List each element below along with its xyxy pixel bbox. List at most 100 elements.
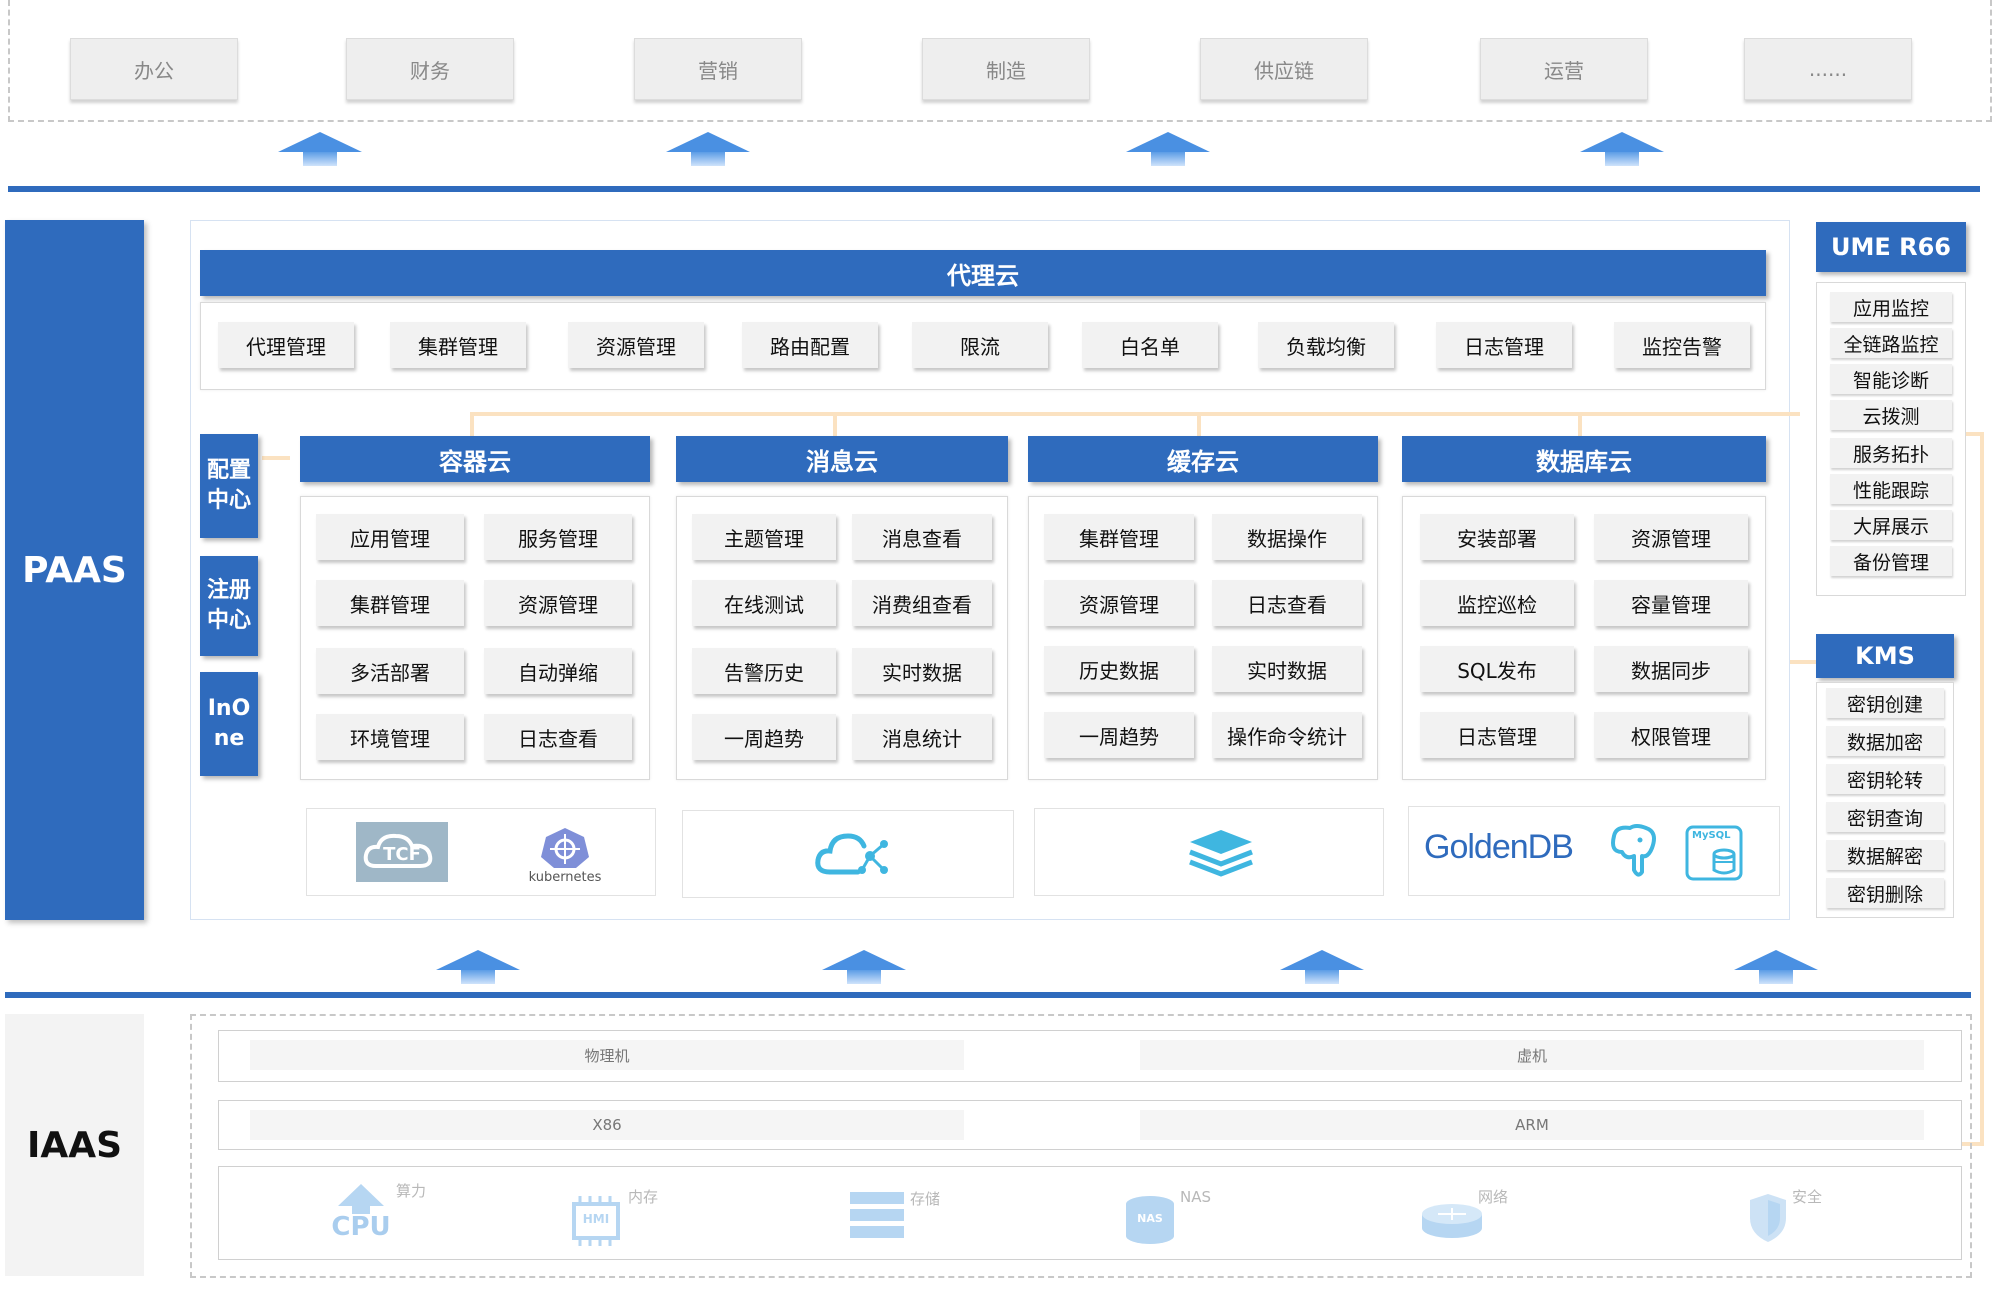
biz-operations: 运营 — [1480, 38, 1648, 100]
kms-item: 数据加密 — [1826, 726, 1944, 756]
proxy-item: 限流 — [912, 322, 1048, 368]
database-item: 权限管理 — [1594, 712, 1748, 758]
resource-label: 安全 — [1792, 1188, 1823, 1206]
config-center-button[interactable]: 配置 中心 — [200, 434, 258, 538]
memory-icon: HMI — [566, 1196, 626, 1246]
connector-line — [262, 456, 290, 460]
resource-label: 存储 — [910, 1190, 941, 1208]
database-item: 容量管理 — [1594, 580, 1748, 626]
kms-item: 密钥创建 — [1826, 688, 1944, 718]
arm-arch: ARM — [1140, 1110, 1924, 1140]
proxy-item: 监控告警 — [1614, 322, 1750, 368]
memory-icon-text: HMI — [582, 1212, 610, 1226]
cache-cloud-title: 缓存云 — [1028, 436, 1378, 482]
physical-machine: 物理机 — [250, 1040, 964, 1070]
kubernetes-logo: kubernetes — [510, 826, 620, 888]
container-item: 资源管理 — [484, 580, 632, 626]
message-cloud-title: 消息云 — [676, 436, 1008, 482]
resource-label: 内存 — [628, 1188, 659, 1206]
database-cloud-title: 数据库云 — [1402, 436, 1766, 482]
message-item: 一周趋势 — [692, 714, 836, 760]
database-item: 安装部署 — [1420, 514, 1574, 560]
cpu-icon: CPU — [326, 1182, 396, 1242]
kms-item: 密钥删除 — [1826, 878, 1944, 908]
cpu-icon-text: CPU — [331, 1212, 391, 1242]
proxy-item: 日志管理 — [1436, 322, 1572, 368]
up-arrow — [436, 950, 520, 984]
proxy-item: 白名单 — [1082, 322, 1218, 368]
iaas-row-resources — [218, 1166, 1962, 1260]
container-item: 应用管理 — [316, 514, 464, 560]
biz-more: ...... — [1744, 38, 1912, 100]
ume-item: 应用监控 — [1830, 292, 1952, 322]
proxy-item: 代理管理 — [218, 322, 354, 368]
ume-item: 服务拓扑 — [1830, 438, 1952, 468]
up-arrow — [1126, 132, 1210, 166]
message-cloud-icon — [812, 826, 892, 882]
cache-item: 数据操作 — [1212, 514, 1362, 560]
message-item: 在线测试 — [692, 580, 836, 626]
postgresql-icon — [1602, 822, 1662, 882]
up-arrow — [1734, 950, 1818, 984]
shield-icon — [1746, 1192, 1790, 1244]
ume-item: 备份管理 — [1830, 546, 1952, 576]
database-item: SQL发布 — [1420, 646, 1574, 692]
up-arrow — [1580, 132, 1664, 166]
ume-item: 大屏展示 — [1830, 510, 1952, 540]
biz-manufacturing: 制造 — [922, 38, 1090, 100]
ume-title: UME R66 — [1816, 222, 1966, 272]
database-item: 监控巡检 — [1420, 580, 1574, 626]
router-icon — [1418, 1200, 1486, 1240]
container-cloud-title: 容器云 — [300, 436, 650, 482]
nas-icon-text: NAS — [1137, 1212, 1163, 1225]
registry-center-button[interactable]: 注册 中心 — [200, 556, 258, 656]
biz-office: 办公 — [70, 38, 238, 100]
biz-finance: 财务 — [346, 38, 514, 100]
proxy-item: 集群管理 — [390, 322, 526, 368]
cache-item: 一周趋势 — [1044, 712, 1194, 758]
resource-label: 算力 — [396, 1182, 427, 1200]
kms-item: 密钥轮转 — [1826, 764, 1944, 794]
cache-item: 集群管理 — [1044, 514, 1194, 560]
cache-item: 操作命令统计 — [1212, 712, 1362, 758]
mysql-icon: MySQL — [1684, 824, 1744, 882]
paas-label: PAAS — [5, 220, 144, 920]
cache-item: 日志查看 — [1212, 580, 1362, 626]
cache-item: 历史数据 — [1044, 646, 1194, 692]
proxy-item: 资源管理 — [568, 322, 704, 368]
container-item: 自动弹缩 — [484, 648, 632, 694]
inone-button[interactable]: InO ne — [200, 672, 258, 776]
goldendb-logo: GoldenDB — [1424, 828, 1574, 866]
biz-supply-chain: 供应链 — [1200, 38, 1368, 100]
database-item: 资源管理 — [1594, 514, 1748, 560]
resource-label: 网络 — [1478, 1188, 1509, 1206]
kms-title: KMS — [1816, 634, 1954, 678]
resource-label: NAS — [1180, 1188, 1212, 1206]
container-item: 日志查看 — [484, 714, 632, 760]
message-item: 告警历史 — [692, 648, 836, 694]
ume-item: 云拨测 — [1830, 400, 1952, 430]
divider-line — [5, 992, 1971, 998]
divider-line — [8, 186, 1980, 192]
kms-item: 密钥查询 — [1826, 802, 1944, 832]
up-arrow — [1280, 950, 1364, 984]
virtual-machine: 虚机 — [1140, 1040, 1924, 1070]
mysql-logo-text: MySQL — [1692, 830, 1731, 841]
message-item: 消费组查看 — [852, 580, 992, 626]
ume-item: 智能诊断 — [1830, 364, 1952, 394]
up-arrow — [822, 950, 906, 984]
database-item: 数据同步 — [1594, 646, 1748, 692]
container-item: 多活部署 — [316, 648, 464, 694]
connector-line — [470, 412, 1800, 416]
ume-item: 性能跟踪 — [1830, 474, 1952, 504]
connector-line — [1980, 432, 1984, 1144]
container-item: 服务管理 — [484, 514, 632, 560]
container-item: 环境管理 — [316, 714, 464, 760]
connector-line — [1790, 660, 1816, 664]
cache-layers-icon — [1186, 826, 1256, 882]
message-item: 主题管理 — [692, 514, 836, 560]
storage-icon — [848, 1190, 906, 1240]
proxy-item: 路由配置 — [742, 322, 878, 368]
tcf-logo-text: TCF — [383, 844, 421, 865]
message-item: 消息统计 — [852, 714, 992, 760]
